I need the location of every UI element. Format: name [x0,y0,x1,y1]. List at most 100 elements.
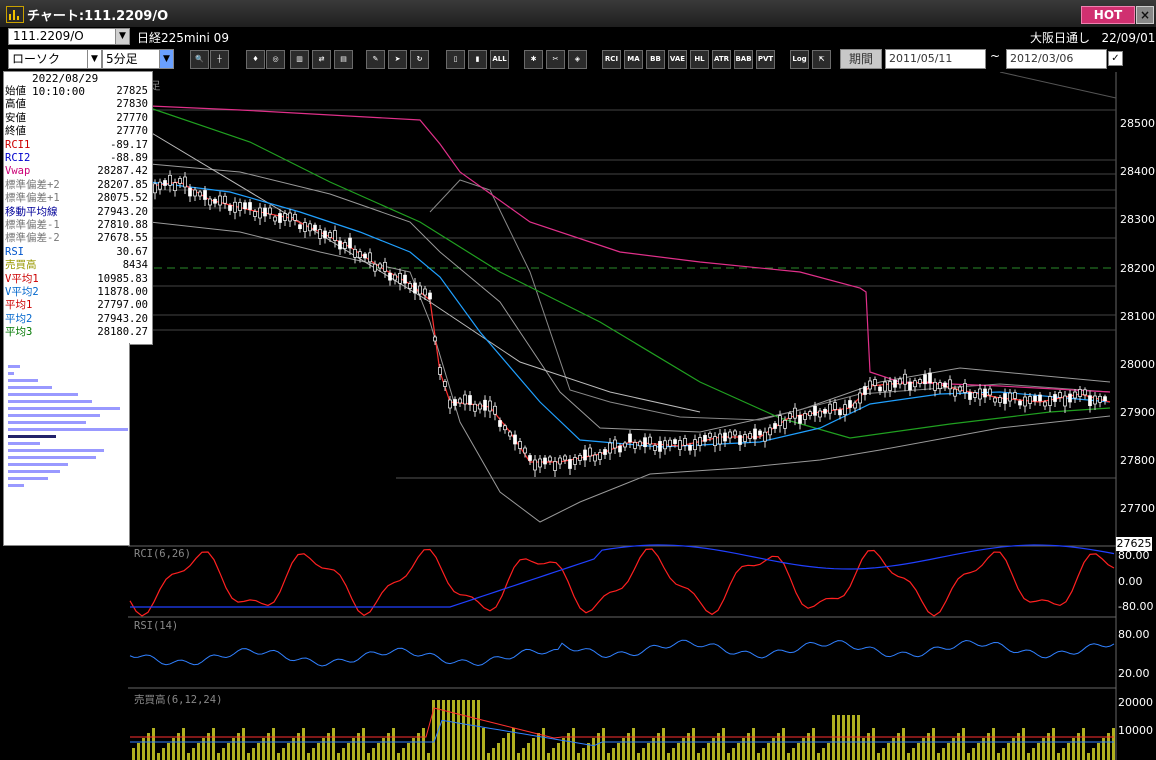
volume-profile-panel [3,343,130,546]
chart-a-tool-button[interactable]: ▥ [290,50,309,69]
atr-tool-button[interactable]: ATR [712,50,731,69]
volume-profile-bar [8,470,60,473]
log-tool-button[interactable]: Log [790,50,809,69]
candle-body [433,336,437,342]
code-input[interactable]: 111.2209/O [8,28,122,45]
all-tool-button[interactable]: ALL [490,50,509,69]
chart-type-select[interactable]: ローソク [8,49,97,69]
candle-body [738,435,742,445]
rci-tool-button[interactable]: RCI [602,50,621,69]
volume-bar [622,738,625,760]
candle-body [548,456,552,462]
ma-tool-button[interactable]: MA [624,50,643,69]
arrow-tool-button[interactable]: ➤ [388,50,407,69]
candle-body [923,374,927,385]
gear-tool-button[interactable]: ✱ [524,50,543,69]
volume-bar [342,748,345,760]
volume-bar [332,728,335,760]
candle-body [1013,392,1017,399]
candle-body [758,430,762,436]
interval-select[interactable]: 5分足 [102,49,163,69]
close-button[interactable]: × [1136,6,1154,24]
price-tick: 28400 [1120,165,1155,178]
magnify-tool-button[interactable]: ◎ [266,50,285,69]
pen-tool-button[interactable]: ✎ [366,50,385,69]
volume-bar [482,728,485,760]
info-value: 27678.55 [97,232,148,245]
volume-bar [757,753,760,760]
volume-bar [937,753,940,760]
candle-body [1098,395,1102,403]
wrench-tool-button[interactable]: ✂ [546,50,565,69]
bb-tool-button[interactable]: BB [646,50,665,69]
volume-bar [467,700,470,760]
candle-body [808,411,812,417]
palette-tool-button[interactable]: ◈ [568,50,587,69]
range-checkbox[interactable]: ✓ [1108,51,1123,66]
candle-body [823,408,827,414]
bar-a-tool-button[interactable]: ▯ [446,50,465,69]
candle-body [943,382,947,388]
candle-body [888,381,892,391]
date-to-input[interactable]: 2012/03/06 [1006,49,1107,69]
export-tool-button[interactable]: ⇱ [812,50,831,69]
rotate-tool-button[interactable]: ↻ [410,50,429,69]
volume-bar [767,743,770,760]
volume-bar [452,700,455,760]
zoom-tool-button[interactable]: 🔍 [190,50,209,69]
candle-body [978,388,982,400]
volume-bar [642,748,645,760]
candle-body [563,455,567,461]
candle-body [878,386,882,392]
interval-dropdown-icon[interactable]: ▼ [159,49,174,69]
bab-tool-button[interactable]: BAB [734,50,753,69]
candle-body [223,195,227,204]
chart-type-dropdown-icon[interactable]: ▼ [87,49,102,69]
candle-body [828,403,832,414]
volume-bar [217,753,220,760]
code-dropdown-arrow[interactable]: ▼ [115,28,130,45]
candle-body [568,459,572,469]
candle-body [663,440,667,450]
period-button[interactable]: 期間 [840,49,882,69]
volume-bar [637,753,640,760]
candle-body [448,399,452,409]
candle-body [993,397,997,403]
hl-tool-button[interactable]: HL [690,50,709,69]
bar-b-tool-button[interactable]: ▮ [468,50,487,69]
candle-body [748,433,752,439]
candle-body [228,205,232,211]
candle-body [958,386,962,392]
vae-tool-button[interactable]: VAE [668,50,687,69]
volume-bar [947,743,950,760]
volume-bar [647,743,650,760]
candle-body [518,441,522,449]
candle-body [678,440,682,450]
volume-bar [582,748,585,760]
volume-bar [702,748,705,760]
chart-area[interactable] [0,72,1156,760]
volume-bar [1002,748,1005,760]
candle-body [968,392,972,400]
volume-profile-bar [8,456,96,459]
candle-body [713,436,717,446]
date-from-input[interactable]: 2011/05/11 [885,49,986,69]
chart-b-tool-button[interactable]: ⇄ [312,50,331,69]
note-tool-button[interactable]: ▤ [334,50,353,69]
hot-button[interactable]: HOT [1081,6,1135,24]
volume-bar [672,748,675,760]
bull-tool-button[interactable]: ♦ [246,50,265,69]
candle-body [868,380,872,390]
candle-body [398,272,402,284]
volume-bar [197,743,200,760]
volume-bar [527,743,530,760]
info-value: 27825 [116,85,148,97]
cursor-tool-button[interactable]: ┼ [210,50,229,69]
volume-profile-bar [8,379,38,382]
volume-bar [677,743,680,760]
pvt-tool-button[interactable]: PVT [756,50,775,69]
volume-bar [562,738,565,760]
candle-body [743,434,747,442]
volume-bar [182,728,185,760]
candle-body [388,272,392,281]
